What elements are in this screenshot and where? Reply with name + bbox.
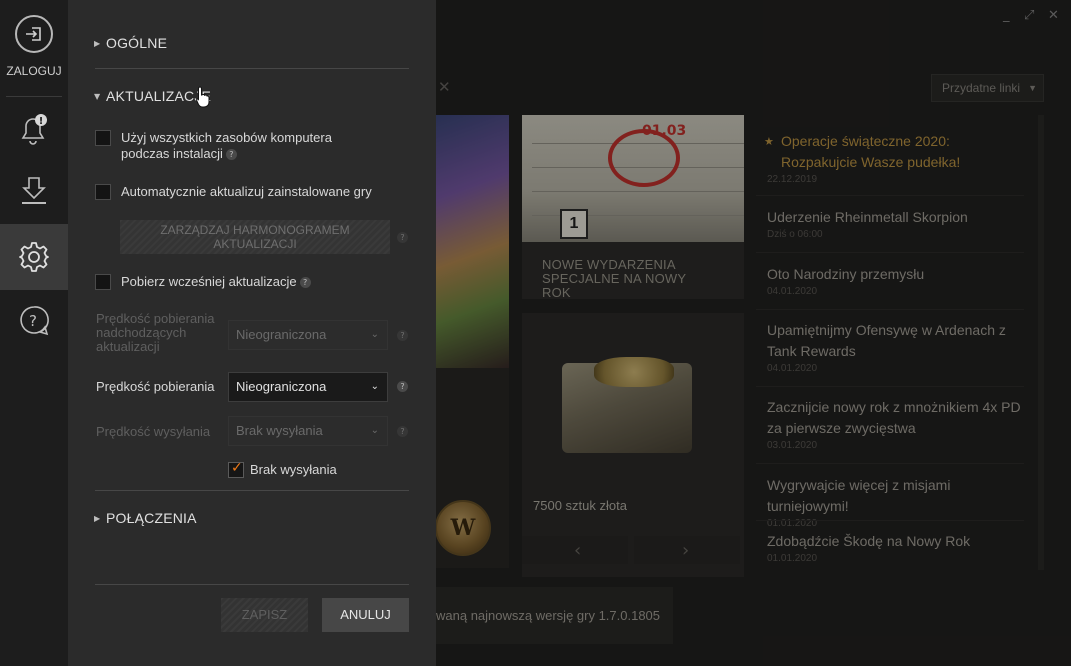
nav-divider [6,96,62,97]
settings-panel: ▶ OGÓLNE ▼ AKTUALIZACJE Użyj wszystkich za… [68,0,436,666]
chevron-down-icon: ⌄ [370,381,379,392]
notifications-button[interactable]: ! [0,104,68,160]
help-icon[interactable]: ? [397,381,408,392]
help-icon[interactable]: ? [225,149,237,160]
section-updates[interactable]: ▼ AKTUALIZACJE [94,88,211,104]
svg-text:!: ! [39,116,44,127]
manage-schedule-button[interactable]: ZARZĄDZAJ HARMONOGRAMEM AKTUALIZACJI [120,220,390,254]
nav-rail: ZALOGUJ ! ? [0,0,68,666]
use-all-resources-label: Użyj wszystkich zasobów komputera podcza… [121,130,332,161]
help-icon[interactable]: ? [397,330,408,341]
help-icon[interactable]: ? [397,232,408,243]
download-speed-select[interactable]: Nieograniczona ⌄ [228,372,388,402]
svg-text:?: ? [29,312,37,330]
download-icon [22,177,46,204]
save-button[interactable]: ZAPISZ [221,598,308,632]
background-dim-overlay [436,0,1071,666]
auto-update-checkbox[interactable] [95,184,111,200]
divider [95,490,409,491]
divider [95,68,409,69]
preload-speed-value: Nieograniczona [236,327,327,342]
downloads-button[interactable] [0,160,68,222]
section-general-label: OGÓLNE [106,35,168,51]
download-speed-label: Prędkość pobierania [96,379,215,394]
section-connections-label: POŁĄCZENIA [106,510,197,526]
upload-speed-label: Prędkość wysyłania [96,424,211,439]
divider [95,584,409,585]
use-all-resources-checkbox[interactable] [95,130,111,146]
login-icon [15,15,53,53]
gear-icon [19,242,49,272]
preload-speed-select[interactable]: Nieograniczona ⌄ [228,320,388,350]
upload-speed-value: Brak wysyłania [236,423,323,438]
settings-button[interactable] [0,224,68,290]
section-connections[interactable]: ▶ POŁĄCZENIA [94,510,197,526]
bell-icon: ! [21,114,47,145]
upload-speed-select[interactable]: Brak wysyłania ⌄ [228,416,388,446]
help-icon: ? [20,306,49,336]
help-icon[interactable]: ? [397,426,408,437]
help-icon[interactable]: ? [299,277,311,288]
auto-update-label: Automatycznie aktualizuj zainstalowane g… [121,184,372,199]
preload-label: Pobierz wcześniej aktualizacje? [121,274,381,290]
download-speed-value: Nieograniczona [236,379,327,394]
preload-checkbox[interactable] [95,274,111,290]
caret-down-icon: ▼ [94,92,101,101]
no-upload-checkbox[interactable] [228,460,244,478]
caret-right-icon: ▶ [94,514,101,523]
section-general[interactable]: ▶ OGÓLNE [94,35,167,51]
help-button[interactable]: ? [0,294,68,350]
cancel-button[interactable]: ANULUJ [322,598,409,632]
chevron-down-icon: ⌄ [370,425,379,436]
login-button[interactable]: ZALOGUJ [0,0,68,96]
chevron-down-icon: ⌄ [370,329,379,340]
hand-cursor-icon [196,86,210,108]
caret-right-icon: ▶ [94,39,101,48]
no-upload-label: Brak wysyłania [250,462,337,477]
preload-speed-label: Prędkość pobierania nadchodzących aktual… [96,311,215,354]
login-label: ZALOGUJ [6,64,62,78]
